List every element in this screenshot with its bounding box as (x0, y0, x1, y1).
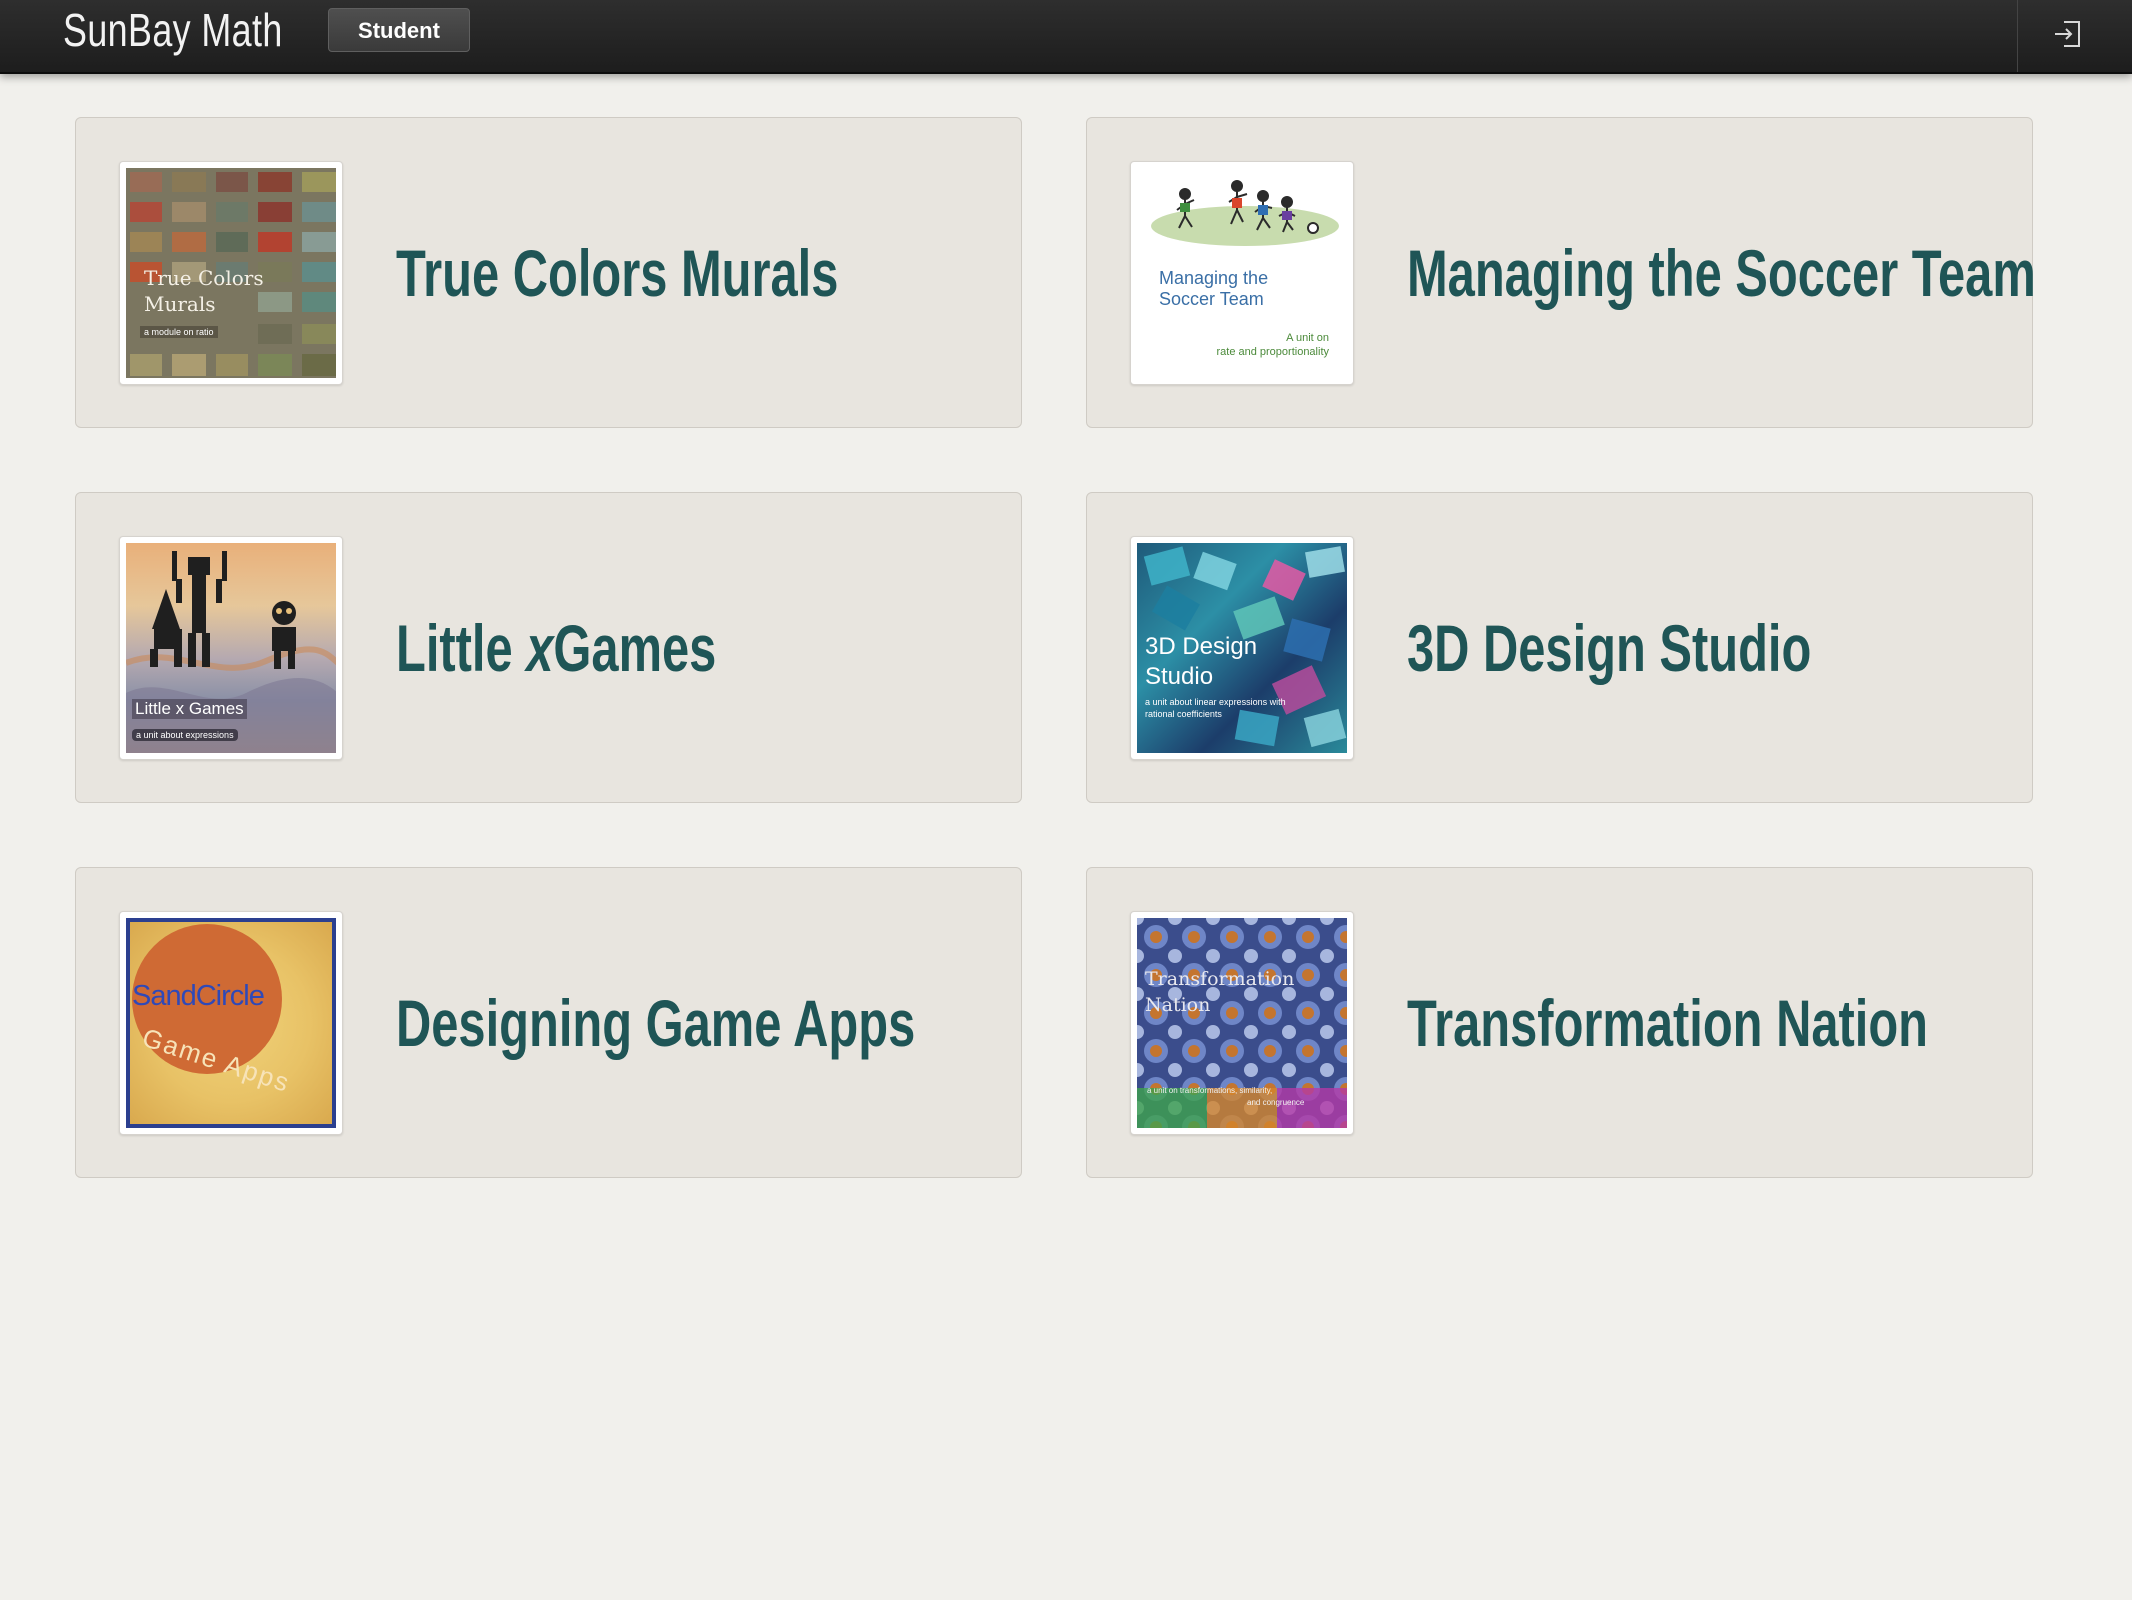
topbar-divider (2017, 0, 2018, 72)
unit-title[interactable]: True Colors Murals (396, 118, 838, 429)
unit-cover-little-x-games[interactable]: Little x Games a unit about expressions (119, 536, 343, 760)
unit-title[interactable]: Designing Game Apps (396, 868, 915, 1179)
cover-title: True Colors (144, 266, 264, 290)
unit-card-transformation-nation[interactable]: Transformation Nation a unit on transfor… (1086, 867, 2033, 1178)
app-title[interactable]: SunBay Math (63, 2, 283, 58)
unit-card-little-x-games[interactable]: Little x Games a unit about expressions … (75, 492, 1022, 803)
cover-title: 3D Design (1145, 633, 1258, 660)
unit-title[interactable]: Managing the Soccer Team (1407, 118, 2036, 429)
cover-subtitle: a unit about linear expressions with (1145, 697, 1286, 707)
unit-card-true-colors-murals[interactable]: True Colors Murals a module on ratio Tru… (75, 117, 1022, 428)
cover-title: Nation (1145, 994, 1211, 1016)
cover-subtitle: rate and proportionality (1216, 346, 1329, 358)
sign-out-icon (2055, 21, 2080, 47)
unit-cover-transformation-nation[interactable]: Transformation Nation a unit on transfor… (1130, 911, 1354, 1135)
unit-title-part: Games (553, 611, 717, 685)
cover-title: Managing the (1159, 268, 1269, 288)
unit-cover-true-colors-murals[interactable]: True Colors Murals a module on ratio (119, 161, 343, 385)
cover-subtitle: a unit about expressions (132, 729, 238, 741)
cover-title: SandCircle (132, 980, 265, 1012)
top-bar: SunBay Math Student (0, 0, 2132, 74)
cover-title: Studio (1145, 663, 1214, 690)
tile-pattern-illustration (1137, 918, 1347, 1128)
unit-card-designing-game-apps[interactable]: SandCircle Game Apps Designing Game Apps (75, 867, 1022, 1178)
cover-subtitle: rational coefficients (1145, 709, 1222, 719)
unit-title[interactable]: Little xGames (396, 493, 716, 804)
cover-title: Transformation (1145, 968, 1295, 990)
unit-card-managing-the-soccer-team[interactable]: Managing the Soccer Team A unit on rate … (1086, 117, 2036, 429)
soccer-players-illustration (1151, 180, 1339, 246)
cover-subtitle: a unit on transformations, similarity, (1147, 1086, 1273, 1095)
cover-subtitle: and congruence (1247, 1098, 1305, 1107)
unit-cover-managing-the-soccer-team[interactable]: Managing the Soccer Team A unit on rate … (1130, 161, 1354, 385)
unit-title[interactable]: 3D Design Studio (1407, 493, 1811, 804)
robots-illustration (126, 551, 336, 753)
role-badge[interactable]: Student (328, 8, 470, 52)
unit-title[interactable]: Transformation Nation (1407, 868, 1928, 1179)
cover-title: Little x Games (132, 699, 247, 719)
sign-out-button[interactable] (2048, 14, 2088, 54)
cover-subtitle: a module on ratio (140, 326, 218, 338)
cover-subtitle: A unit on (1286, 332, 1329, 344)
unit-card-3d-design-studio[interactable]: 3D Design Studio a unit about linear exp… (1086, 492, 2033, 803)
unit-cover-3d-design-studio[interactable]: 3D Design Studio a unit about linear exp… (1130, 536, 1354, 760)
cover-title: Soccer Team (1159, 289, 1264, 309)
cover-title: Murals (144, 292, 216, 316)
unit-title-variable: x (526, 611, 554, 685)
unit-title-part: Little (396, 611, 527, 685)
unit-cover-designing-game-apps[interactable]: SandCircle Game Apps (119, 911, 343, 1135)
